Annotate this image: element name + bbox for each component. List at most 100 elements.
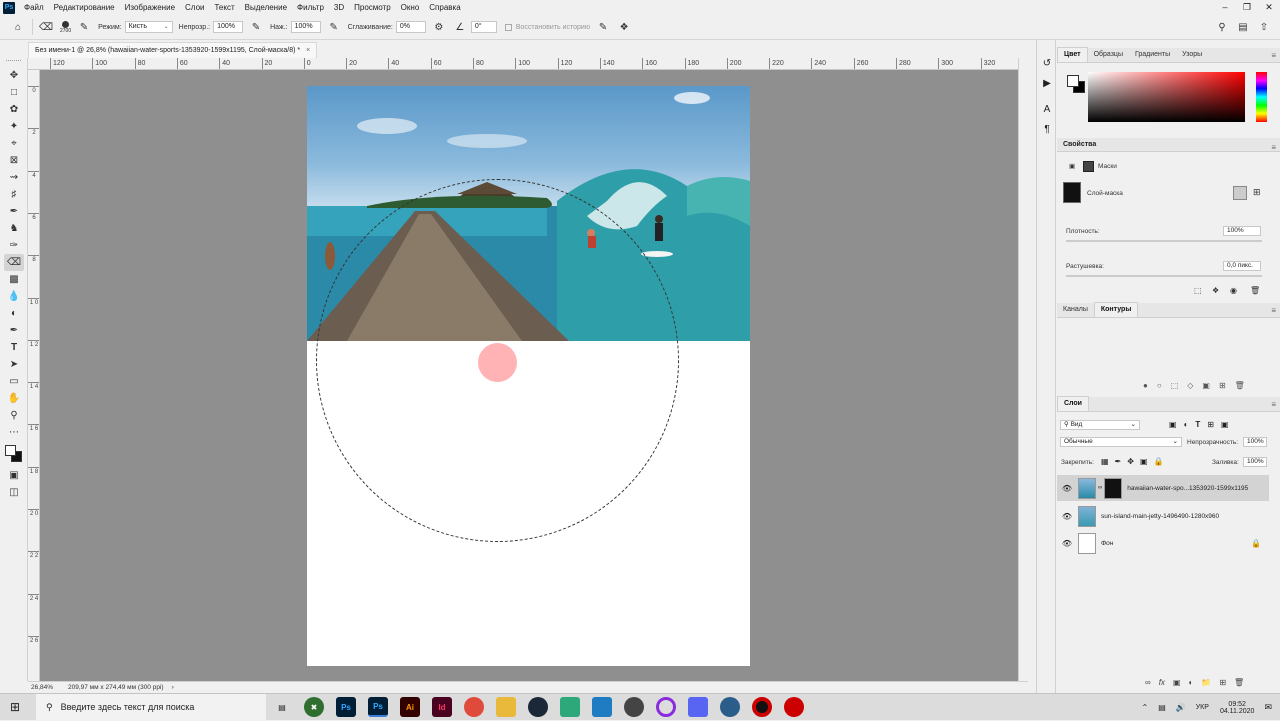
app-navy-icon[interactable] xyxy=(720,697,740,717)
zoom-level[interactable]: 26,84% xyxy=(28,684,62,691)
home-icon[interactable]: ⌂ xyxy=(10,19,26,35)
lock-position-icon[interactable]: ✥ xyxy=(1127,457,1134,466)
lock-artboard-icon[interactable]: ▣ xyxy=(1140,457,1148,466)
gear-icon[interactable]: ⚙ xyxy=(431,19,447,35)
search-icon[interactable]: ⚲ xyxy=(1214,19,1230,35)
tab-layers[interactable]: Слои xyxy=(1057,396,1089,411)
filter-pixel-icon[interactable]: ▣ xyxy=(1169,420,1177,429)
photoshop-logo-icon[interactable]: Ps xyxy=(3,2,15,14)
app-xbox-icon[interactable]: ✖ xyxy=(304,697,324,717)
frame-tool-icon[interactable]: ⊠ xyxy=(4,152,24,169)
symmetry-icon[interactable]: ❖ xyxy=(616,19,632,35)
lasso-tool-icon[interactable]: ✿ xyxy=(4,101,24,118)
tab-color[interactable]: Цвет xyxy=(1057,47,1088,62)
lock-pixels-icon[interactable]: ✒ xyxy=(1115,457,1122,466)
stroke-path-icon[interactable]: ○ xyxy=(1157,381,1162,390)
link-icon[interactable]: ∞ xyxy=(1098,485,1102,491)
zoom-tool-icon[interactable]: ⚲ xyxy=(4,407,24,424)
blur-tool-icon[interactable]: 💧 xyxy=(4,288,24,305)
filter-adjustment-icon[interactable]: ◐ xyxy=(1184,420,1189,429)
tab-paths[interactable]: Контуры xyxy=(1094,302,1138,317)
actions-panel-icon[interactable]: ▶ xyxy=(1038,74,1056,92)
menu-select[interactable]: Выделение xyxy=(240,0,292,15)
load-selection-icon[interactable]: ⬚ xyxy=(1194,286,1202,295)
close-icon[interactable]: ✕ xyxy=(1258,0,1280,15)
notifications-icon[interactable]: ✉ xyxy=(1264,702,1272,713)
clone-stamp-tool-icon[interactable]: ♞ xyxy=(4,220,24,237)
menu-help[interactable]: Справка xyxy=(424,0,465,15)
pressure-opacity-icon[interactable]: ✎ xyxy=(248,19,264,35)
marquee-tool-icon[interactable]: □ xyxy=(4,84,24,101)
layer-filter-select[interactable]: ⚲ Вид⌄ xyxy=(1060,420,1140,430)
panel-menu-icon[interactable]: ≡ xyxy=(1271,306,1276,315)
layer-style-icon[interactable]: fx xyxy=(1159,678,1165,687)
type-tool-icon[interactable]: T xyxy=(4,339,24,356)
eye-icon[interactable]: 👁 xyxy=(1060,512,1074,521)
app-red-icon[interactable] xyxy=(784,697,804,717)
brush-preset-picker[interactable]: 2700 xyxy=(60,21,71,34)
blend-mode-select[interactable]: Обычные⌄ xyxy=(1060,437,1182,447)
app-explorer-icon[interactable] xyxy=(496,697,516,717)
document-tab[interactable]: Без имени-1 @ 26,8% (hawaiian-water-spor… xyxy=(28,42,317,58)
pixel-mask-icon[interactable]: ▣ xyxy=(1069,162,1075,170)
restore-icon[interactable]: ❐ xyxy=(1236,0,1258,15)
feather-slider[interactable] xyxy=(1066,275,1262,277)
menu-view[interactable]: Просмотр xyxy=(349,0,396,15)
menu-type[interactable]: Текст xyxy=(209,0,239,15)
eye-icon[interactable]: 👁 xyxy=(1060,539,1074,548)
delete-mask-icon[interactable]: 🗑 xyxy=(1250,286,1260,295)
volume-icon[interactable]: 🔊 xyxy=(1176,703,1186,712)
hue-slider[interactable] xyxy=(1256,72,1267,122)
history-panel-icon[interactable]: ↺ xyxy=(1038,54,1056,72)
healing-brush-tool-icon[interactable]: ♯ xyxy=(4,186,24,203)
delete-path-icon[interactable]: 🗑 xyxy=(1235,381,1245,390)
menu-filter[interactable]: Фильтр xyxy=(292,0,329,15)
tab-patterns[interactable]: Узоры xyxy=(1176,48,1208,62)
apply-mask-icon[interactable]: ❖ xyxy=(1212,286,1219,295)
brush-settings-icon[interactable]: ✎ xyxy=(76,19,92,35)
menu-file[interactable]: Файл xyxy=(19,0,49,15)
eraser-tool-preset-icon[interactable]: ⌫ xyxy=(38,19,54,35)
minimize-icon[interactable]: – xyxy=(1214,0,1236,15)
add-vector-mask-icon[interactable]: ⊞ xyxy=(1253,187,1261,198)
mode-select[interactable]: Кисть⌄ xyxy=(125,21,173,33)
menu-window[interactable]: Окно xyxy=(396,0,425,15)
canvas-area[interactable] xyxy=(40,70,1018,681)
app-green-icon[interactable] xyxy=(560,697,580,717)
crop-tool-icon[interactable]: ⌖ xyxy=(4,135,24,152)
workspace-icon[interactable]: ▤ xyxy=(1235,19,1251,35)
status-menu-arrow-icon[interactable]: › xyxy=(172,684,174,691)
app-illustrator-icon[interactable]: Ai xyxy=(400,697,420,717)
select-pixel-mask-icon[interactable] xyxy=(1233,186,1247,200)
gradient-tool-icon[interactable]: ▩ xyxy=(4,271,24,288)
filter-type-icon[interactable]: T xyxy=(1195,420,1200,429)
airbrush-icon[interactable]: ✎ xyxy=(326,19,342,35)
new-layer-icon[interactable]: ⊞ xyxy=(1219,678,1226,687)
new-group-icon[interactable]: 📁 xyxy=(1201,678,1211,687)
app-blue-icon[interactable] xyxy=(592,697,612,717)
chevron-up-icon[interactable]: ⌃ xyxy=(1142,703,1149,712)
load-path-selection-icon[interactable]: ⬚ xyxy=(1171,381,1179,390)
windows-start-icon[interactable]: ⊞ xyxy=(0,700,30,714)
feather-field[interactable]: 0,0 пикс. xyxy=(1223,261,1261,271)
quick-mask-icon[interactable]: ▣ xyxy=(4,467,24,484)
color-panel-foreground-swatch[interactable] xyxy=(1067,75,1079,87)
new-path-icon[interactable]: ⊞ xyxy=(1219,381,1226,390)
task-view-icon[interactable]: ▤ xyxy=(272,697,292,717)
close-tab-icon[interactable]: × xyxy=(306,43,310,58)
adjustment-layer-icon[interactable]: ◐ xyxy=(1189,678,1194,687)
pressure-size-icon[interactable]: ✎ xyxy=(595,19,611,35)
move-tool-icon[interactable]: ✥ xyxy=(4,67,24,84)
app-steam-icon[interactable] xyxy=(528,697,548,717)
horizontal-scrollbar[interactable] xyxy=(28,681,1028,693)
menu-layers[interactable]: Слои xyxy=(180,0,209,15)
density-slider[interactable] xyxy=(1066,240,1262,242)
add-mask-icon[interactable]: ▣ xyxy=(1202,381,1210,390)
opacity-field[interactable]: 100% xyxy=(213,21,243,33)
erase-to-history-checkbox[interactable] xyxy=(505,24,512,31)
eye-icon[interactable]: 👁 xyxy=(1060,484,1074,493)
filter-shape-icon[interactable]: ⊞ xyxy=(1207,420,1214,429)
language-indicator[interactable]: УКР xyxy=(1196,704,1209,711)
foreground-color-swatch[interactable] xyxy=(5,445,16,456)
history-brush-tool-icon[interactable]: ✑ xyxy=(4,237,24,254)
